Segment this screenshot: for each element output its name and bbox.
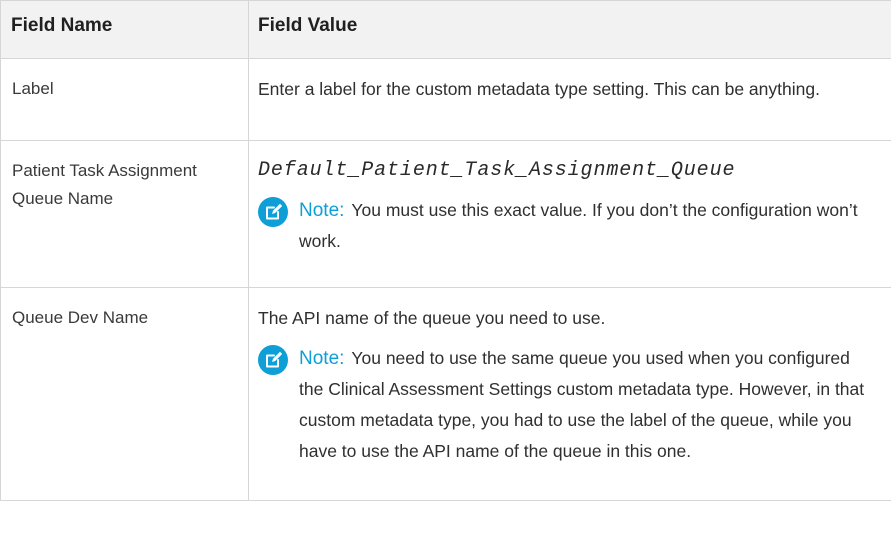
edit-note-icon bbox=[258, 197, 288, 227]
field-name-cell: Label bbox=[0, 58, 249, 141]
note-text: You need to use the same queue you used … bbox=[299, 348, 865, 461]
field-value-cell: Enter a label for the custom metadata ty… bbox=[248, 58, 891, 141]
field-value-cell: The API name of the queue you need to us… bbox=[248, 287, 891, 501]
note-text: You must use this exact value. If you do… bbox=[299, 200, 858, 251]
header-row: Field Name Field Value bbox=[0, 0, 891, 59]
table-row: Label Enter a label for the custom metad… bbox=[0, 58, 891, 141]
code-value: Default_Patient_Task_Assignment_Queue bbox=[258, 159, 736, 182]
header-field-value: Field Value bbox=[248, 0, 891, 59]
field-name-cell: Queue Dev Name bbox=[0, 287, 249, 501]
note-label: Note: bbox=[299, 348, 345, 369]
note-callout: Note: You need to use the same queue you … bbox=[258, 343, 871, 467]
table-row: Patient Task Assignment Queue Name Defau… bbox=[0, 140, 891, 288]
field-value-cell: Default_Patient_Task_Assignment_Queue No… bbox=[248, 140, 891, 288]
header-field-name: Field Name bbox=[0, 0, 249, 59]
field-name-cell: Patient Task Assignment Queue Name bbox=[0, 140, 249, 288]
edit-note-icon bbox=[258, 345, 288, 375]
field-value-text: Enter a label for the custom metadata ty… bbox=[258, 79, 820, 99]
note-callout: Note: You must use this exact value. If y… bbox=[258, 195, 871, 257]
table-row: Queue Dev Name The API name of the queue… bbox=[0, 287, 891, 501]
field-table: Field Name Field Value Label Enter a lab… bbox=[0, 0, 891, 501]
note-label: Note: bbox=[299, 200, 345, 221]
field-value-text: The API name of the queue you need to us… bbox=[258, 308, 606, 328]
